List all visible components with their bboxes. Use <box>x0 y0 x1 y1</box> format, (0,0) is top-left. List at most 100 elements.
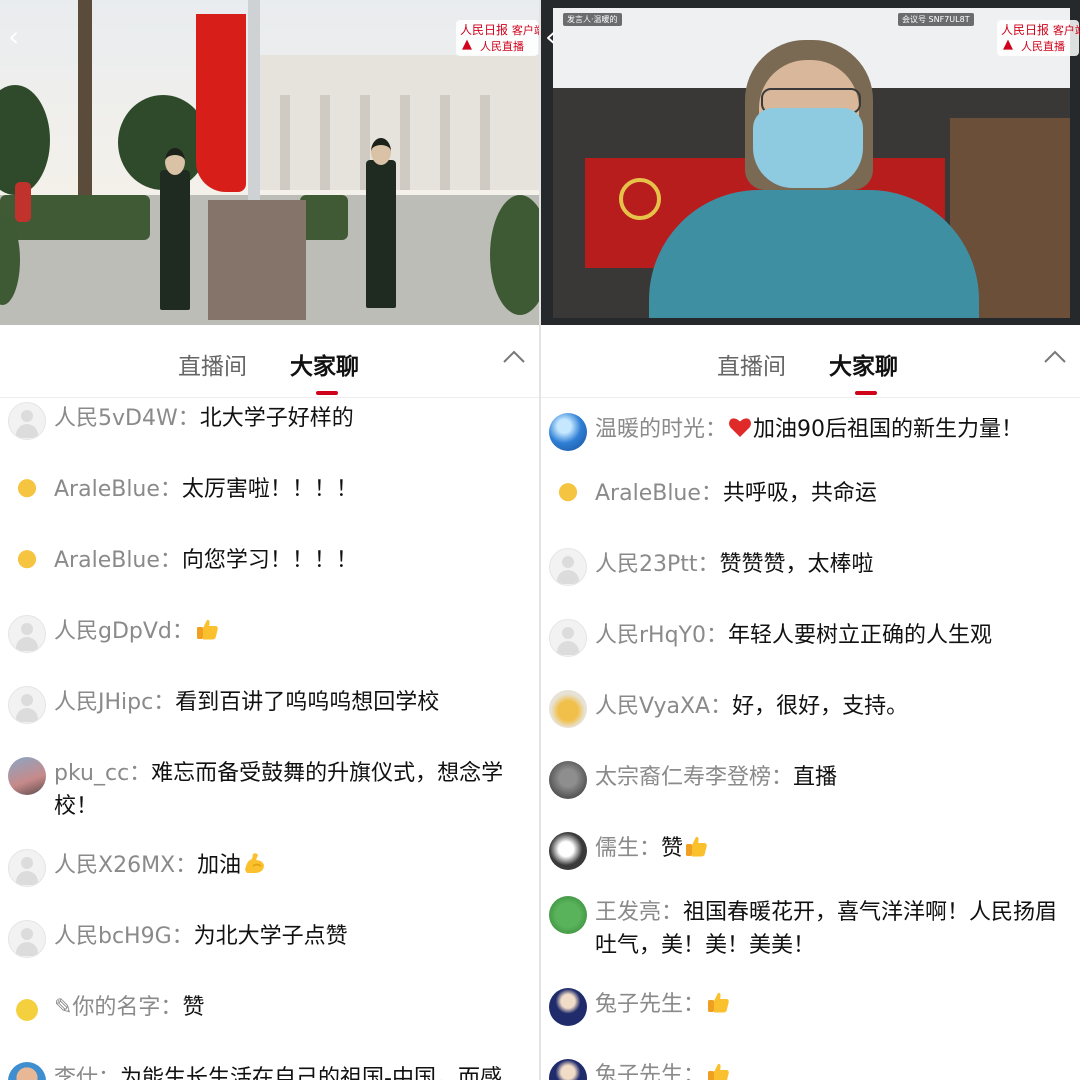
comment-username[interactable]: 人民5vD4W： <box>54 406 200 431</box>
sun-avatar-icon[interactable] <box>549 690 587 728</box>
comment-text: 共呼吸，共命运 <box>722 481 877 506</box>
chevron-up-icon[interactable] <box>1040 343 1070 373</box>
chat-comment: 兔子先生： <box>541 986 1080 1026</box>
chat-comment: 人民5vD4W：北大学子好样的 <box>0 400 539 440</box>
comment-body: 儒生：赞 <box>595 832 709 865</box>
chat-comment: 人民bcH9G：为北大学子点赞 <box>0 918 539 958</box>
video-hedge <box>300 195 348 240</box>
comment-text: 年轻人要树立正确的人生观 <box>728 623 993 648</box>
chat-comment: 兔子先生： <box>541 1057 1080 1080</box>
sponge-avatar-icon[interactable] <box>8 991 46 1029</box>
comment-body: 人民5vD4W：北大学子好样的 <box>54 402 354 435</box>
man-avatar-icon[interactable] <box>8 1062 46 1080</box>
comment-body: 兔子先生： <box>595 988 731 1021</box>
flexed-biceps-icon <box>245 853 265 873</box>
comment-username[interactable]: 李仕： <box>54 1066 120 1080</box>
comment-username[interactable]: 人民X26MX： <box>54 853 197 878</box>
chat-comment: ✎你的名字：赞 <box>0 989 539 1029</box>
giraffe-avatar-icon[interactable] <box>8 544 46 582</box>
active-tab-indicator <box>316 391 338 395</box>
anime-avatar-icon[interactable] <box>549 988 587 1026</box>
tab-live-room[interactable]: 直播间 <box>717 347 786 381</box>
comment-username[interactable]: 人民VyaXA： <box>595 694 732 719</box>
back-arrow-icon[interactable]: ‹ <box>8 22 36 52</box>
chevron-up-icon[interactable] <box>499 343 529 373</box>
comment-body: 人民rHqY0：年轻人要树立正确的人生观 <box>595 619 992 652</box>
default-avatar-icon[interactable] <box>8 920 46 958</box>
giraffe-avatar-icon[interactable] <box>8 473 46 511</box>
default-avatar-icon[interactable] <box>549 548 587 586</box>
comment-body: AraleBlue：太厉害啦！！！！ <box>54 473 358 506</box>
thumbs-up-icon <box>708 992 729 1013</box>
star-logo-icon: ▲ <box>462 37 472 52</box>
tab-chat[interactable]: 大家聊 <box>829 347 898 381</box>
chat-comment: 儒生：赞 <box>541 830 1080 870</box>
green-avatar-icon[interactable] <box>549 896 587 934</box>
comment-username[interactable]: 兔子先生： <box>595 992 705 1017</box>
speaker-scrubs <box>649 190 979 318</box>
comment-username[interactable]: 人民JHipc： <box>54 690 175 715</box>
default-avatar-icon[interactable] <box>8 402 46 440</box>
comment-text: 为能生长生活在自己的祖国-中国，而感到骄傲和自豪！中国加油！世界加 <box>120 1066 502 1080</box>
chat-feed[interactable]: 温暖的时光： 加油90后祖国的新生力量！ AraleBlue：共呼吸，共命运人民23… <box>541 398 1080 1080</box>
default-avatar-icon[interactable] <box>8 686 46 724</box>
comment-body: 人民gDpVd： <box>54 615 220 648</box>
planet-avatar-icon[interactable] <box>549 413 587 451</box>
comment-username[interactable]: AraleBlue： <box>54 548 182 573</box>
giraffe-avatar-icon[interactable] <box>549 477 587 515</box>
comment-text: 赞 <box>661 836 684 861</box>
comment-username[interactable]: 人民23Ptt： <box>595 552 720 577</box>
comment-username[interactable]: AraleBlue： <box>54 477 182 502</box>
anime-avatar-icon[interactable] <box>549 1059 587 1080</box>
gray-avatar-icon[interactable] <box>549 761 587 799</box>
comment-username[interactable]: 温暖的时光： <box>595 417 727 442</box>
live-video-flag-ceremony[interactable]: ‹ 人民日报 客户端 ▲ 人民直播 <box>0 0 539 325</box>
comment-body: 人民bcH9G：为北大学子点赞 <box>54 920 348 953</box>
comment-username[interactable]: ✎你的名字： <box>54 995 182 1020</box>
comment-text: 看到百讲了呜呜呜想回学校 <box>175 690 440 715</box>
comment-username[interactable]: 人民gDpVd： <box>54 619 194 644</box>
active-tab-indicator <box>855 391 877 395</box>
comment-username[interactable]: 兔子先生： <box>595 1063 705 1080</box>
comment-text: 北大学子好样的 <box>199 406 354 431</box>
chat-comment: 太宗裔仁寿李登榜：直播 <box>541 759 1080 799</box>
flower-avatar-icon[interactable] <box>549 832 587 870</box>
comment-text: 加油90后祖国的新生力量！ <box>753 417 1024 442</box>
comment-username[interactable]: AraleBlue： <box>595 481 723 506</box>
comment-username[interactable]: 儒生： <box>595 836 661 861</box>
comment-username[interactable]: 人民bcH9G： <box>54 924 194 949</box>
default-avatar-icon[interactable] <box>549 619 587 657</box>
back-arrow-icon[interactable]: ‹ <box>545 22 573 52</box>
chat-comment: 人民JHipc：看到百讲了呜呜呜想回学校 <box>0 684 539 724</box>
video-meeting-id: 会议号 SNF7UL8T <box>898 13 974 26</box>
comment-body: 太宗裔仁寿李登榜：直播 <box>595 761 837 794</box>
comment-text: 为北大学子点赞 <box>193 924 348 949</box>
live-video-call[interactable]: 发言人·温暖的 会议号 SNF7UL8T ‹ 人民日报 客户端 ▲ 人民直播 <box>541 0 1080 325</box>
comment-body: 人民JHipc：看到百讲了呜呜呜想回学校 <box>54 686 439 719</box>
thumbs-up-icon <box>708 1063 729 1080</box>
comment-text: 向您学习！！！！ <box>181 548 358 573</box>
flagpole-base <box>208 200 306 320</box>
photo-avatar-icon[interactable] <box>8 757 46 795</box>
comment-body: 兔子先生： <box>595 1059 731 1080</box>
comment-username[interactable]: 人民rHqY0： <box>595 623 728 648</box>
thumbs-up-icon <box>686 836 707 857</box>
star-logo-icon: ▲ <box>1003 37 1013 52</box>
people-daily-logo: 人民日报 客户端 ▲ 人民直播 <box>997 20 1080 56</box>
speaker-mask <box>753 108 863 188</box>
chat-comment: AraleBlue：向您学习！！！！ <box>0 542 539 582</box>
comment-body: 人民23Ptt：赞赞赞，太棒啦 <box>595 548 874 581</box>
comment-body: AraleBlue：向您学习！！！！ <box>54 544 358 577</box>
comment-username[interactable]: pku_cc： <box>54 761 151 786</box>
tab-chat[interactable]: 大家聊 <box>290 347 359 381</box>
chat-feed[interactable]: 人民5vD4W：北大学子好样的 AraleBlue：太厉害啦！！！！ AraleBl… <box>0 398 539 1080</box>
left-live-screen: ‹ 人民日报 客户端 ▲ 人民直播 直播间 大家聊 人民5vD4W：北大学子好样… <box>0 0 539 1080</box>
comment-username[interactable]: 太宗裔仁寿李登榜： <box>595 765 793 790</box>
comment-username[interactable]: 王发亮： <box>595 900 683 925</box>
comment-body: pku_cc：难忘而备受鼓舞的升旗仪式，想念学校！ <box>54 757 521 823</box>
default-avatar-icon[interactable] <box>8 849 46 887</box>
tab-live-room[interactable]: 直播间 <box>178 347 247 381</box>
default-avatar-icon[interactable] <box>8 615 46 653</box>
monitor-screen: 发言人·温暖的 会议号 SNF7UL8T <box>553 8 1070 318</box>
comment-body: 人民VyaXA：好，很好，支持。 <box>595 690 908 723</box>
